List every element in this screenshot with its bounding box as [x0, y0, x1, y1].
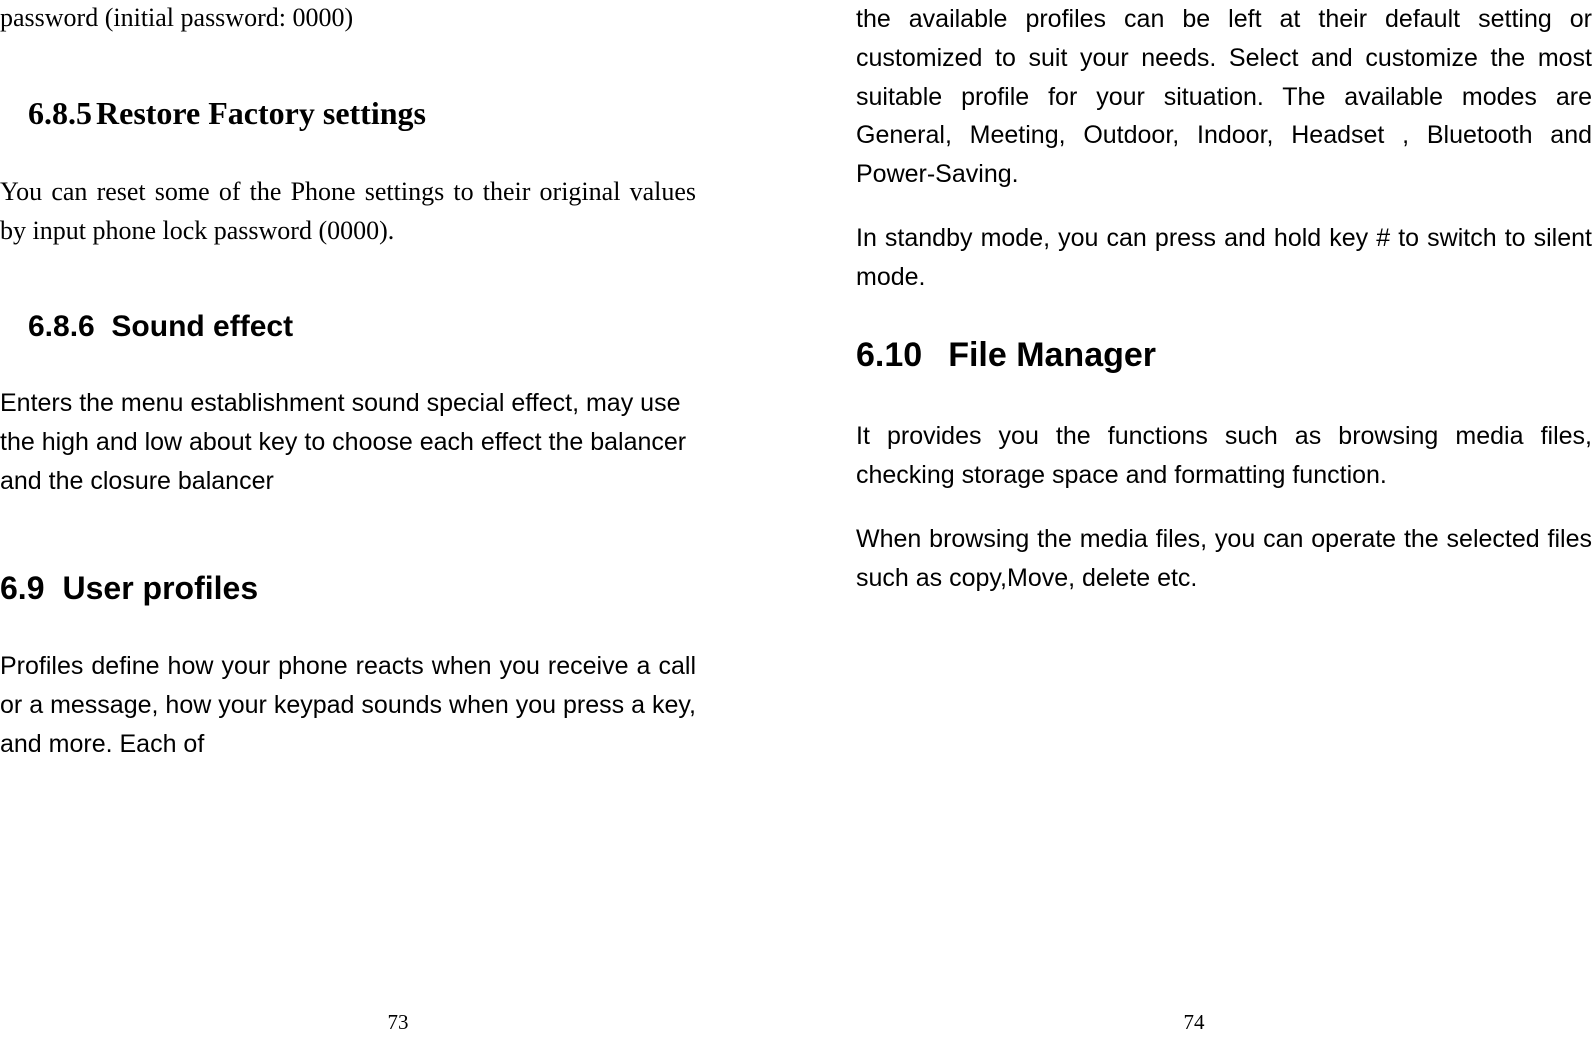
body-text: Enters the menu establishment sound spec…	[0, 384, 696, 500]
body-text: You can reset some of the Phone settings…	[0, 172, 696, 250]
page-left: password (initial password: 0000) 6.8.5R…	[0, 0, 796, 1043]
body-text: When browsing the media files, you can o…	[856, 520, 1592, 598]
heading-6-9: 6.9 User profiles	[0, 570, 696, 607]
page-number-left: 73	[0, 1010, 796, 1035]
heading-number: 6.8.6	[28, 310, 95, 343]
heading-title: Restore Factory settings	[96, 95, 426, 131]
body-text: It provides you the functions such as br…	[856, 417, 1592, 495]
heading-6-10: 6.10 File Manager	[856, 336, 1592, 375]
document-spread: password (initial password: 0000) 6.8.5R…	[0, 0, 1592, 1043]
heading-6-8-6: 6.8.6 Sound effect	[0, 310, 696, 344]
body-text: In standby mode, you can press and hold …	[856, 219, 1592, 297]
heading-6-8-5: 6.8.5Restore Factory settings	[0, 95, 696, 132]
fragment-text: password (initial password: 0000)	[0, 0, 696, 35]
heading-number: 6.9	[0, 570, 44, 607]
body-text: the available profiles can be left at th…	[856, 0, 1592, 194]
body-text: Profiles define how your phone reacts wh…	[0, 647, 696, 763]
heading-title: File Manager	[948, 336, 1156, 374]
heading-number: 6.8.5	[28, 95, 92, 132]
heading-title: User profiles	[62, 570, 258, 606]
heading-number: 6.10	[856, 336, 922, 375]
page-right: the available profiles can be left at th…	[796, 0, 1592, 1043]
heading-title: Sound effect	[111, 310, 293, 343]
page-number-right: 74	[796, 1010, 1592, 1035]
